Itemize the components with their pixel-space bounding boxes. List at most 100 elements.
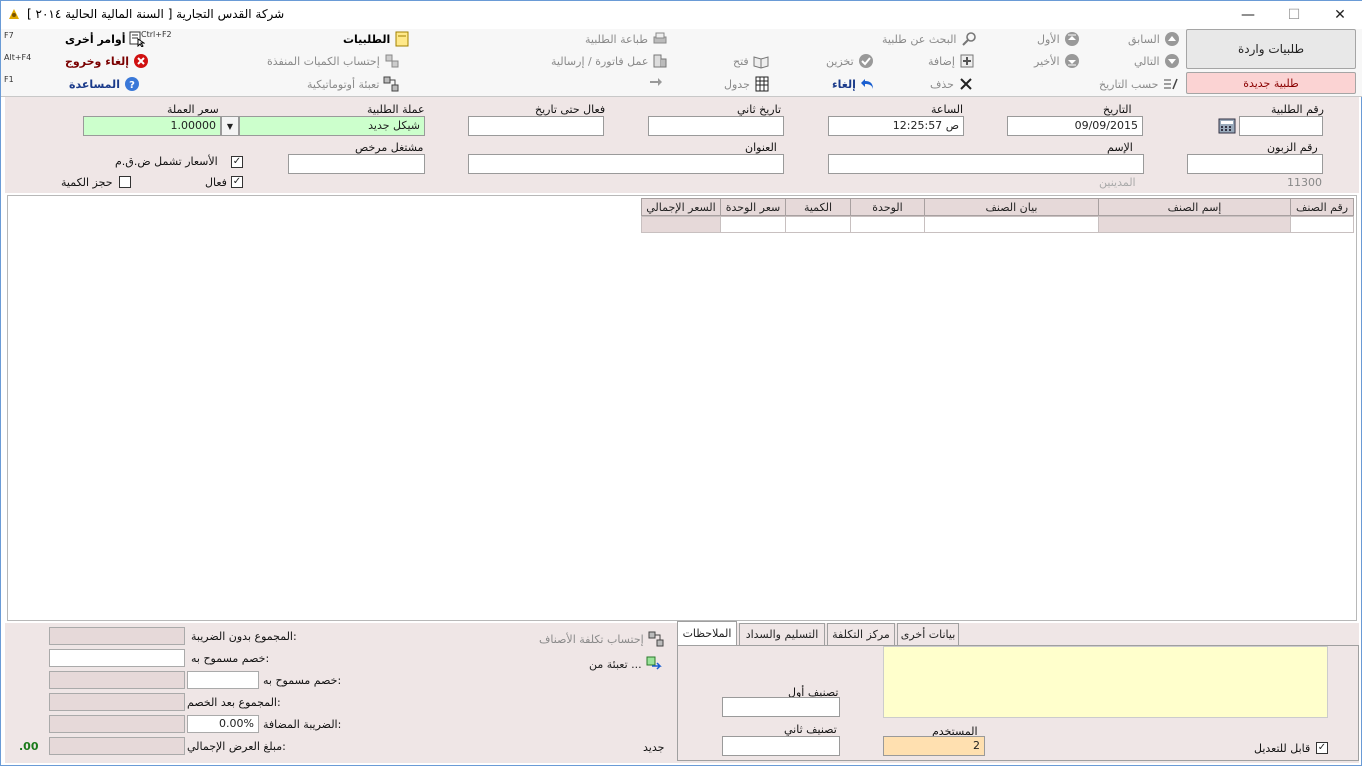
editable-checkbox[interactable]: ✓ [1316, 742, 1328, 754]
cancel-exit-button[interactable]: إلغاء وخروج [65, 51, 149, 71]
tab-other-data[interactable]: بيانات أخرى [897, 623, 959, 645]
undo-button[interactable]: إلغاء [832, 74, 876, 94]
minimize-button[interactable]: — [1225, 1, 1271, 29]
customer-no-label: رقم الزبون [1267, 141, 1318, 154]
cell-item-desc[interactable] [924, 216, 1099, 233]
first-record-label: الأول [1037, 32, 1060, 46]
total-value-box [49, 737, 185, 755]
cell-quantity[interactable] [785, 216, 851, 233]
order-no-input[interactable] [1239, 116, 1323, 136]
help-circle-icon: ? [124, 76, 140, 92]
col-unit[interactable]: الوحدة [850, 198, 925, 216]
calc-executed-qty-label: إحتساب الكميات المنفذة [267, 54, 380, 68]
by-date-button[interactable]: حسب التاريخ [1099, 74, 1179, 94]
col-total-price[interactable]: السعر الإجمالي [641, 198, 721, 216]
open-label: فتح [733, 54, 749, 68]
prices-include-vat-checkbox[interactable]: ✓ [231, 156, 243, 168]
delete-button[interactable]: حذف [930, 74, 974, 94]
first-record-button[interactable]: الأول [1037, 29, 1080, 49]
calc-executed-qty-button[interactable]: إحتساب الكميات المنفذة [267, 51, 400, 71]
active-checkbox[interactable]: ✓ [231, 176, 243, 188]
licensed-operator-input[interactable] [288, 154, 425, 174]
search-order-button[interactable]: البحث عن طلبية [882, 29, 977, 49]
tab-delivery-payment[interactable]: التسليم والسداد [739, 623, 825, 645]
reserve-qty-checkbox[interactable] [119, 176, 131, 188]
tab-cost-center[interactable]: مركز التكلفة [827, 623, 895, 645]
order-currency-label: عملة الطلبية [367, 103, 425, 116]
auto-fill-button[interactable]: تعبئة أوتوماتيكية [307, 74, 399, 94]
order-header-form: رقم الطلبية التاريخ الساعة تاريخ ثاني فع… [5, 97, 1359, 193]
calc-cost-icon [648, 631, 664, 647]
toolbar: F7 أوامر أخرى Ctrl+F2 الطلبيات طباعة الط… [1, 29, 1362, 97]
cell-unit[interactable] [850, 216, 925, 233]
add-icon [959, 53, 975, 69]
col-item-no[interactable]: رقم الصنف [1290, 198, 1354, 216]
total-label: مبلغ العرض الإجمالي: [187, 740, 286, 753]
help-label: المساعدة [69, 77, 120, 91]
fill-from-button[interactable]: تعبئة من ... [589, 654, 662, 674]
order-currency-select[interactable]: شيكل جديد [239, 116, 425, 136]
editable-label: قابل للتعديل [1254, 742, 1311, 755]
subtotal-value [49, 627, 185, 645]
cell-item-name[interactable] [1098, 216, 1291, 233]
cell-total-price[interactable] [641, 216, 721, 233]
open-button[interactable]: فتح [733, 51, 769, 71]
previous-record-label: السابق [1128, 32, 1160, 46]
table-grid-icon [754, 76, 770, 92]
invoice-icon [652, 53, 668, 69]
col-item-desc[interactable]: بيان الصنف [924, 198, 1099, 216]
table-button[interactable]: جدول [724, 74, 770, 94]
notes-textarea[interactable] [883, 646, 1328, 718]
vat-percent-input[interactable]: 0.00% [187, 715, 259, 733]
col-quantity[interactable]: الكمية [785, 198, 851, 216]
new-order-button[interactable]: طلبية جديدة [1186, 72, 1356, 94]
discount1-input[interactable] [49, 649, 185, 667]
arrow-down-icon [1164, 53, 1180, 69]
previous-record-button[interactable]: السابق [1128, 29, 1180, 49]
orders-button[interactable]: الطلبيات [343, 29, 410, 49]
add-button[interactable]: إضافة [928, 51, 975, 71]
shortcut-f1: F1 [4, 75, 14, 84]
auto-fill-icon [383, 76, 399, 92]
second-class-input[interactable] [722, 736, 840, 756]
discount2-percent-input[interactable] [187, 671, 259, 689]
calc-cost-button[interactable]: إحتساب تكلفة الأصناف [539, 629, 664, 649]
discount2-value [49, 671, 185, 689]
tab-notes[interactable]: الملاحظات [677, 621, 737, 645]
close-button[interactable]: ✕ [1317, 1, 1362, 29]
transfer-button[interactable] [648, 74, 664, 94]
other-commands-button[interactable]: أوامر أخرى [65, 29, 146, 49]
cell-item-no[interactable] [1290, 216, 1354, 233]
first-class-input[interactable] [722, 697, 840, 717]
col-unit-price[interactable]: سعر الوحدة [720, 198, 786, 216]
second-date-input[interactable] [648, 116, 784, 136]
print-order-button[interactable]: طباعة الطلبية [585, 29, 668, 49]
help-button[interactable]: المساعدة ? [69, 74, 140, 94]
date-label: التاريخ [1103, 103, 1132, 116]
active-until-input[interactable] [468, 116, 604, 136]
incoming-orders-button[interactable]: طلبيات واردة [1186, 29, 1356, 69]
debtors-label: المدينين [1099, 176, 1136, 189]
make-invoice-button[interactable]: عمل فاتورة / إرسالية [551, 51, 668, 71]
save-label: تخزين [826, 54, 854, 68]
col-item-name[interactable]: إسم الصنف [1098, 198, 1291, 216]
last-record-button[interactable]: الأخير [1034, 51, 1080, 71]
next-record-button[interactable]: التالي [1134, 51, 1180, 71]
cell-unit-price[interactable] [720, 216, 786, 233]
date-input[interactable]: 09/09/2015 [1007, 116, 1143, 136]
user-input[interactable]: 2 [883, 736, 985, 756]
currency-dropdown-button[interactable]: ▼ [221, 116, 239, 136]
items-grid[interactable]: رقم الصنف إسم الصنف بيان الصنف الوحدة ال… [7, 195, 1357, 621]
time-input[interactable]: 12:25:57 ص [828, 116, 964, 136]
calculator-icon[interactable] [1218, 118, 1236, 134]
name-input[interactable] [828, 154, 1144, 174]
customer-no-input[interactable] [1187, 154, 1323, 174]
currency-rate-input[interactable]: 1.00000 [83, 116, 221, 136]
save-button[interactable]: تخزين [826, 51, 874, 71]
discount2-label: خصم مسموح به: [263, 674, 342, 687]
maximize-button[interactable]: ☐ [1271, 1, 1317, 29]
address-input[interactable] [468, 154, 784, 174]
active-until-label: فعال حتى تاريخ [535, 103, 606, 116]
licensed-operator-label: مشتغل مرخص [355, 141, 424, 154]
after-discount-value [49, 693, 185, 711]
